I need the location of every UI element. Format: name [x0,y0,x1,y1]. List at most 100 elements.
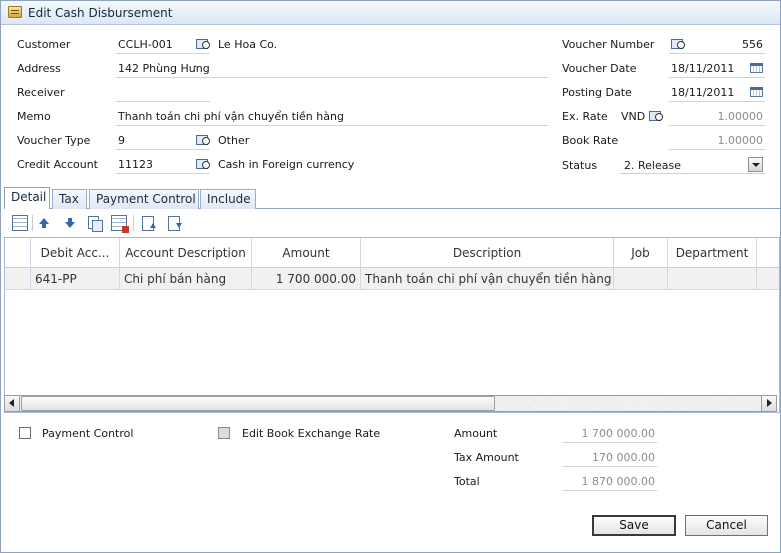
voucher-type-underline [116,149,210,150]
credit-account-name: Cash in Foreign currency [218,158,355,171]
customer-code-underline [116,53,210,54]
tax-amount-underline [563,466,657,467]
payment-control-checkbox[interactable] [19,427,31,439]
memo-label: Memo [17,110,51,123]
column-header-debit-acc[interactable]: Debit Acc... [31,238,120,267]
move-down-icon[interactable] [62,215,78,231]
tax-amount-field: 170 000.00 [592,451,655,464]
posting-date-field[interactable]: 18/11/2011 [671,86,734,99]
credit-account-field[interactable]: 11123 [118,158,153,171]
posting-date-calendar-icon[interactable] [750,87,763,97]
posting-date-label: Posting Date [562,86,632,99]
insert-below-icon[interactable] [166,215,182,231]
cell-job[interactable] [614,268,668,289]
ex-rate-label: Ex. Rate [562,110,608,123]
scroll-right-icon[interactable] [761,396,776,411]
grid-header: Debit Acc... Account Description Amount … [5,238,779,268]
total-underline [563,490,657,491]
receiver-underline [116,101,210,102]
voucher-number-underline [669,53,765,54]
row-indicator [5,268,31,289]
voucher-number-lookup-icon[interactable] [671,38,685,49]
column-header-job[interactable]: Job [614,238,668,267]
tax-amount-label: Tax Amount [454,451,519,464]
table-row[interactable]: 641-PP Chi phí bán hàng 1 700 000.00 Tha… [5,268,779,290]
voucher-date-label: Voucher Date [562,62,637,75]
status-select[interactable]: 2. Release [624,159,681,172]
cell-department[interactable] [668,268,757,289]
voucher-date-underline [669,77,765,78]
delete-row-icon[interactable] [111,215,129,233]
customer-label: Customer [17,38,71,51]
book-rate-underline [669,149,765,150]
payment-control-label: Payment Control [42,427,134,440]
detail-tabs: Detail Tax Payment Control Include [4,187,780,209]
ex-rate-field: 1.00000 [717,110,764,123]
cancel-button[interactable]: Cancel [685,515,768,536]
customer-name: Le Hoa Co. [218,38,278,51]
grid-toolbar [4,210,780,236]
scroll-left-icon[interactable] [5,396,20,411]
voucher-number-field[interactable]: 556 [691,38,763,51]
edit-book-exchange-rate-checkbox[interactable] [218,427,230,439]
toolbar-separator [32,215,33,231]
voucher-date-calendar-icon[interactable] [750,63,763,73]
credit-account-label: Credit Account [17,158,98,171]
save-button[interactable]: Save [592,515,676,536]
address-underline [116,77,548,78]
tab-tax[interactable]: Tax [52,189,87,209]
book-rate-label: Book Rate [562,134,619,147]
window-title: Edit Cash Disbursement [28,6,173,20]
customer-code-field[interactable]: CCLH-001 [118,38,173,51]
voucher-header: Customer CCLH-001 Le Hoa Co. Address 142… [1,26,780,186]
cell-amount[interactable]: 1 700 000.00 [252,268,361,289]
status-label: Status [562,159,598,172]
grid-row-indicator-header [5,238,31,267]
credit-account-lookup-icon[interactable] [196,158,210,169]
edit-book-exchange-rate-label: Edit Book Exchange Rate [242,427,381,440]
cell-debit-acc[interactable]: 641-PP [31,268,120,289]
cell-description[interactable]: Thanh toán chi phí vận chuyển tiền hàng [361,268,614,289]
column-header-amount[interactable]: Amount [252,238,361,267]
currency-field[interactable]: VND [621,110,645,123]
copy-icon[interactable] [86,215,103,232]
address-field[interactable]: 142 Phùng Hưng [118,62,210,75]
currency-lookup-icon[interactable] [649,110,663,121]
voucher-type-name: Other [218,134,250,147]
memo-field[interactable]: Thanh toán chi phí vận chuyển tiền hàng [118,110,344,123]
voucher-number-label: Voucher Number [562,38,655,51]
status-underline [620,173,765,174]
tab-include[interactable]: Include [200,189,256,209]
move-up-icon[interactable] [36,215,52,231]
scrollbar-thumb[interactable] [21,396,495,411]
cell-account-description[interactable]: Chi phí bán hàng [120,268,252,289]
toolbar-separator [133,215,134,231]
tab-detail[interactable]: Detail [4,187,50,209]
total-field: 1 870 000.00 [581,475,655,488]
title-bar: Edit Cash Disbursement [1,1,780,25]
column-header-description[interactable]: Description [361,238,614,267]
posting-date-underline [669,101,765,102]
edit-cash-disbursement-window: Edit Cash Disbursement Customer CCLH-001… [0,0,781,553]
voucher-date-field[interactable]: 18/11/2011 [671,62,734,75]
address-label: Address [17,62,61,75]
tab-payment-control[interactable]: Payment Control [89,189,199,209]
receiver-label: Receiver [17,86,65,99]
cash-voucher-icon [8,6,22,18]
insert-above-icon[interactable] [140,215,156,231]
column-header-department[interactable]: Department [668,238,757,267]
amount-total-field: 1 700 000.00 [581,427,655,440]
amount-label: Amount [454,427,498,440]
grid-horizontal-scrollbar[interactable] [4,395,777,412]
voucher-type-field[interactable]: 9 [118,134,125,147]
status-dropdown-chevron-icon[interactable] [748,157,763,172]
credit-account-underline [116,173,210,174]
memo-underline [116,125,548,126]
add-row-icon[interactable] [12,215,28,231]
voucher-type-lookup-icon[interactable] [196,134,210,145]
detail-grid: Debit Acc... Account Description Amount … [4,237,780,413]
book-rate-field: 1.00000 [717,134,764,147]
column-header-account-description[interactable]: Account Description [120,238,252,267]
total-label: Total [454,475,480,488]
customer-lookup-icon[interactable] [196,38,210,49]
